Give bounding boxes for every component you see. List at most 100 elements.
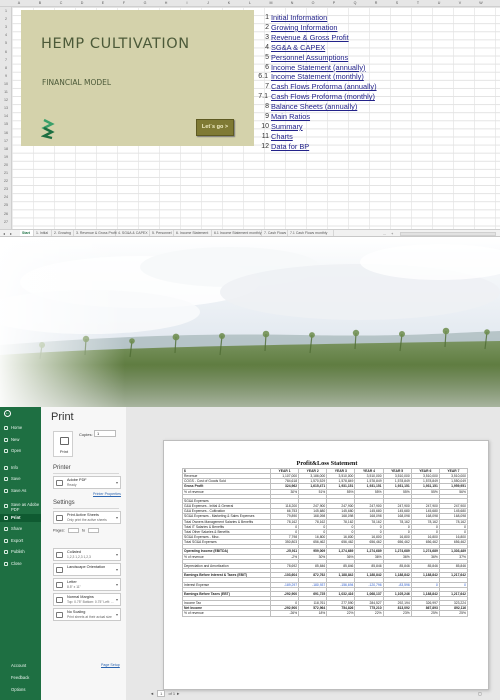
toc-link[interactable]: Summary	[271, 122, 303, 132]
pages-to-input[interactable]	[88, 528, 100, 533]
column-header[interactable]: K	[224, 0, 234, 7]
nav-item-feedback[interactable]: Feedback	[0, 674, 41, 682]
sheet-tab[interactable]: 1. Initial	[34, 230, 52, 236]
nav-item-share[interactable]: Share	[0, 525, 41, 533]
horizontal-scrollbar[interactable]	[400, 232, 496, 236]
nav-item-export[interactable]: Export	[0, 537, 41, 545]
row-header[interactable]: 24	[0, 193, 12, 201]
printer-select[interactable]: Adobe PDF Ready ▾	[53, 476, 121, 489]
row-header[interactable]: 15	[0, 120, 12, 128]
setting-sheets-select[interactable]: Print Active Sheets Only print the active…	[53, 511, 121, 524]
toc-link[interactable]: Income Statement (monthly)	[271, 72, 364, 82]
column-header[interactable]: A	[14, 0, 24, 7]
row-header[interactable]: 4	[0, 31, 12, 39]
row-header[interactable]: 23	[0, 185, 12, 193]
row-header[interactable]: 17	[0, 137, 12, 145]
next-page-button[interactable]: ►	[176, 691, 180, 696]
row-header[interactable]: 20	[0, 161, 12, 169]
column-header[interactable]: R	[371, 0, 381, 7]
row-header[interactable]: 11	[0, 88, 12, 96]
row-header[interactable]: 5	[0, 39, 12, 47]
nav-item-print[interactable]: Print	[0, 513, 41, 522]
column-header[interactable]: N	[287, 0, 297, 7]
lets-go-button[interactable]: Let´s go >	[196, 119, 234, 136]
toc-link[interactable]: Data for BP	[271, 142, 309, 152]
row-header[interactable]: 12	[0, 96, 12, 104]
back-arrow-icon[interactable]: ←	[4, 410, 11, 417]
sheet-tab[interactable]: Start	[20, 230, 34, 236]
nav-item-home[interactable]: Home	[0, 424, 41, 432]
pages-from-input[interactable]	[67, 528, 79, 533]
column-header[interactable]: T	[413, 0, 423, 7]
nav-item-save[interactable]: Save	[0, 475, 41, 483]
sheet-tab[interactable]: 6. Income Statement	[174, 230, 212, 236]
nav-item-save-as-adobe-pdf[interactable]: Save as Adobe PDF	[0, 502, 41, 514]
toc-link[interactable]: Cash Flows Proforma (annually)	[271, 82, 377, 92]
toc-link[interactable]: Personnel Assumptions	[271, 53, 348, 63]
toc-link[interactable]: Cash Flows Proforma (monthly)	[271, 92, 375, 102]
setting-margins-select[interactable]: Normal Margins Top: 0.75" Bottom: 0.75" L…	[53, 593, 121, 606]
toc-link[interactable]: Income Statement (annually)	[271, 63, 365, 73]
setting-collate-select[interactable]: Collated 1,2,3 1,2,3 1,2,3 ▾	[53, 548, 121, 561]
nav-item-options[interactable]: Options	[0, 686, 41, 694]
nav-item-save-as[interactable]: Save As	[0, 487, 41, 495]
row-header[interactable]: 2	[0, 15, 12, 23]
column-header[interactable]: C	[56, 0, 66, 7]
row-header[interactable]: 6	[0, 48, 12, 56]
row-header[interactable]: 1	[0, 7, 12, 15]
sheet-tab[interactable]: 7.1 Cash Flows monthly	[288, 230, 334, 236]
column-header[interactable]: U	[434, 0, 444, 7]
row-header[interactable]: 13	[0, 104, 12, 112]
column-header[interactable]: W	[476, 0, 486, 7]
column-header[interactable]: V	[455, 0, 465, 7]
nav-item-publish[interactable]: Publish	[0, 548, 41, 556]
column-header[interactable]: M	[266, 0, 276, 7]
row-header[interactable]: 7	[0, 56, 12, 64]
prev-page-button[interactable]: ◄	[150, 691, 154, 696]
add-sheet-button[interactable]: +	[391, 230, 393, 236]
nav-item-open[interactable]: Open	[0, 447, 41, 455]
row-header[interactable]: 21	[0, 169, 12, 177]
toc-link[interactable]: SG&A & CAPEX	[271, 43, 325, 53]
toc-link[interactable]: Growing Information	[271, 23, 338, 33]
row-header[interactable]: 26	[0, 210, 12, 218]
row-header[interactable]: 3	[0, 23, 12, 31]
sheet-tab[interactable]: 7. Cash Flows	[262, 230, 288, 236]
toc-link[interactable]: Charts	[271, 132, 293, 142]
row-header[interactable]: 9	[0, 72, 12, 80]
column-header[interactable]: H	[161, 0, 171, 7]
sheet-tab[interactable]: 6.1 Income Statement monthly	[212, 230, 262, 236]
column-header[interactable]: Q	[350, 0, 360, 7]
row-header[interactable]: 19	[0, 153, 12, 161]
nav-item-info[interactable]: Info	[0, 464, 41, 472]
row-header[interactable]: 22	[0, 177, 12, 185]
column-header[interactable]: B	[35, 0, 45, 7]
column-header[interactable]: J	[203, 0, 213, 7]
printer-properties-link[interactable]: Printer Properties	[93, 492, 121, 496]
more-tabs-button[interactable]: ...	[383, 230, 386, 236]
current-page-input[interactable]: 1	[157, 690, 166, 697]
zoom-to-page-icon[interactable]: ▢	[478, 691, 482, 696]
nav-item-close[interactable]: Close	[0, 560, 41, 568]
column-header[interactable]: O	[308, 0, 318, 7]
sheet-tab[interactable]: 4. SG&A & CAPEX	[116, 230, 150, 236]
column-header[interactable]: P	[329, 0, 339, 7]
setting-paper-size-select[interactable]: Letter 8.5" x 11" ▾	[53, 578, 121, 591]
column-header[interactable]: E	[98, 0, 108, 7]
setting-orientation-select[interactable]: Landscape Orientation ▾	[53, 563, 121, 576]
setting-scaling-select[interactable]: No Scaling Print sheets at their actual s…	[53, 608, 121, 621]
row-header[interactable]: 18	[0, 145, 12, 153]
row-header[interactable]: 14	[0, 112, 12, 120]
column-header[interactable]: L	[245, 0, 255, 7]
toc-link[interactable]: Balance Sheets (annually)	[271, 102, 357, 112]
row-header[interactable]: 16	[0, 129, 12, 137]
row-header[interactable]: 27	[0, 218, 12, 226]
sheet-tab[interactable]: 5. Personnel	[150, 230, 174, 236]
column-header[interactable]: F	[119, 0, 129, 7]
toc-link[interactable]: Revenue & Gross Profit	[271, 33, 349, 43]
toc-link[interactable]: Initial Information	[271, 13, 327, 23]
tab-next-arrow-icon[interactable]: ▸	[10, 230, 12, 236]
column-header[interactable]: S	[392, 0, 402, 7]
copies-input[interactable]: 1	[94, 430, 116, 437]
row-header[interactable]: 10	[0, 80, 12, 88]
